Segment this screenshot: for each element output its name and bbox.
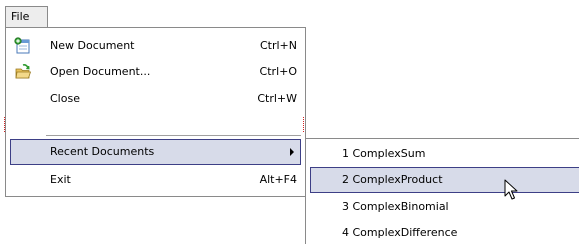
shortcut-text: Ctrl+O — [259, 65, 297, 78]
shortcut-text: Ctrl+N — [259, 39, 297, 52]
menu-separator — [46, 135, 301, 136]
recent-item-complexproduct[interactable]: 2 ComplexProduct — [310, 167, 579, 193]
recent-item-label: 3 ComplexBinomial — [342, 200, 449, 213]
menu-item-label: Exit — [50, 173, 71, 186]
shortcut-text: Ctrl+W — [257, 92, 297, 105]
submenu-arrow-icon — [290, 148, 294, 156]
recent-item-label: 4 ComplexDifference — [342, 226, 458, 239]
file-dropdown-menu: New Document Ctrl+N Open Document... Ctr… — [4, 27, 306, 197]
recent-item-label: 1 ComplexSum — [342, 147, 426, 160]
screen: File New Document Ctrl+N Open Document..… — [0, 0, 579, 244]
recent-item-complexsum[interactable]: 1 ComplexSum — [310, 141, 579, 167]
file-menu-button[interactable]: File — [5, 6, 48, 28]
recent-item-complexdifference[interactable]: 4 ComplexDifference — [310, 220, 579, 244]
menu-item-new-document[interactable]: New Document Ctrl+N — [10, 33, 301, 59]
menu-item-close[interactable]: Close Ctrl+W — [10, 86, 301, 112]
new-document-icon — [14, 37, 32, 55]
shortcut-text: Alt+F4 — [259, 173, 297, 186]
menu-item-label: Open Document... — [50, 65, 151, 78]
menu-item-label: Recent Documents — [50, 145, 155, 158]
mouse-cursor-icon — [504, 179, 520, 203]
menu-item-label: Close — [50, 92, 80, 105]
menu-item-recent-documents[interactable]: Recent Documents — [10, 139, 301, 165]
file-menu-label: File — [11, 10, 30, 23]
menu-item-label: New Document — [50, 39, 135, 52]
menu-item-open-document[interactable]: Open Document... Ctrl+O — [10, 59, 301, 85]
recent-documents-submenu: 1 ComplexSum 2 ComplexProduct 3 ComplexB… — [305, 138, 579, 244]
menu-item-exit[interactable]: Exit Alt+F4 — [10, 167, 301, 193]
separator-marker-left — [4, 117, 7, 132]
recent-item-label: 2 ComplexProduct — [342, 173, 443, 186]
open-document-icon — [14, 63, 32, 81]
recent-item-complexbinomial[interactable]: 3 ComplexBinomial — [310, 194, 579, 220]
separator-marker-right — [303, 117, 306, 132]
